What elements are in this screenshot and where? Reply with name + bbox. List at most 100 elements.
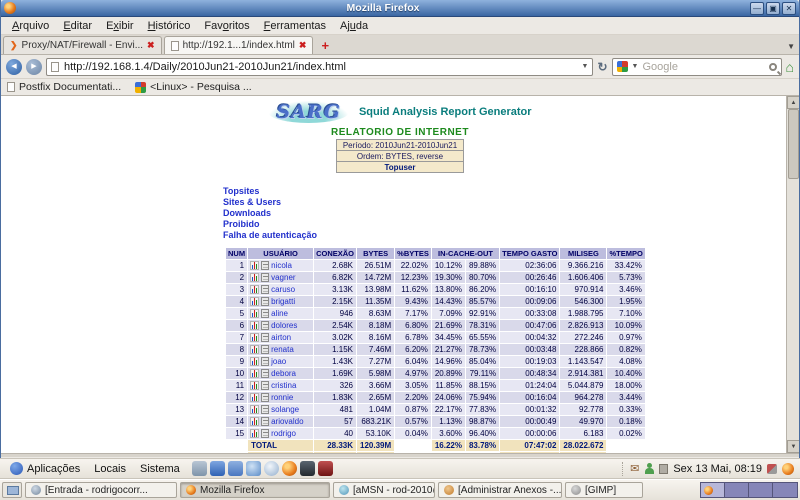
user-link[interactable]: brigatti — [271, 297, 295, 306]
scroll-down-icon[interactable]: ▼ — [787, 440, 799, 453]
graph-icon[interactable] — [250, 285, 260, 294]
forward-button[interactable]: ▶ — [26, 58, 42, 75]
applications-menu[interactable]: Aplicações — [4, 462, 86, 475]
launcher-icon-1[interactable] — [191, 461, 207, 476]
reload-button[interactable]: ↻ — [597, 60, 607, 74]
taskbar-window-entrada-rodrigocorr[interactable]: [Entrada - rodrigocorr... — [25, 482, 177, 498]
link-falha-de-autenticacao[interactable]: Falha de autenticação — [223, 230, 799, 241]
time-report-icon[interactable] — [261, 369, 270, 378]
menu-exibir[interactable]: Exibir — [99, 19, 141, 33]
new-tab-button[interactable]: + — [315, 38, 335, 54]
workspace-3[interactable] — [749, 483, 773, 497]
url-text[interactable]: http://192.168.1.4/Daily/2010Jun21-2010J… — [64, 61, 577, 73]
launcher-icon-8[interactable] — [317, 461, 333, 476]
search-placeholder[interactable]: Google — [642, 61, 764, 73]
clock[interactable]: Sex 13 Mai, 08:19 — [673, 463, 762, 475]
tab-2[interactable]: http://192.1...1/index.html ✖ — [163, 36, 314, 54]
user-link[interactable]: solange — [271, 405, 299, 414]
workspace-1[interactable] — [701, 483, 725, 497]
menu-favoritos[interactable]: Favoritos — [197, 19, 256, 33]
tab-close-icon[interactable]: ✖ — [299, 40, 307, 51]
menu-ferramentas[interactable]: Ferramentas — [257, 19, 333, 33]
url-bar[interactable]: http://192.168.1.4/Daily/2010Jun21-2010J… — [46, 57, 594, 76]
user-link[interactable]: cristina — [271, 381, 296, 390]
search-box[interactable]: ▼ Google — [611, 57, 782, 76]
user-link[interactable]: ronnie — [271, 393, 293, 402]
link-topsites[interactable]: Topsites — [223, 186, 799, 197]
user-link[interactable]: airton — [271, 333, 291, 342]
taskbar-window-gimp[interactable]: [GIMP] — [565, 482, 643, 498]
user-link[interactable]: renata — [271, 345, 294, 354]
graph-icon[interactable] — [250, 429, 260, 438]
close-button[interactable]: ✕ — [782, 1, 796, 15]
url-dropdown-icon[interactable]: ▼ — [582, 63, 589, 70]
launcher-icon-4[interactable] — [245, 461, 261, 476]
launcher-icon-2[interactable] — [209, 461, 225, 476]
time-report-icon[interactable] — [261, 285, 270, 294]
firefox-tray-icon[interactable] — [782, 462, 794, 475]
volume-tray-icon[interactable] — [767, 463, 777, 474]
user-link[interactable]: joao — [271, 357, 286, 366]
show-desktop-button[interactable] — [2, 482, 22, 498]
launcher-icon-3[interactable] — [227, 461, 243, 476]
user-link[interactable]: caruso — [271, 285, 295, 294]
time-report-icon[interactable] — [261, 393, 270, 402]
link-downloads[interactable]: Downloads — [223, 208, 799, 219]
time-report-icon[interactable] — [261, 333, 270, 342]
user-link[interactable]: vagner — [271, 273, 295, 282]
graph-icon[interactable] — [250, 321, 260, 330]
time-report-icon[interactable] — [261, 417, 270, 426]
graph-icon[interactable] — [250, 417, 260, 426]
terminal-launcher-icon[interactable] — [299, 461, 315, 476]
menu-arquivo[interactable]: Arquivo — [5, 19, 56, 33]
taskbar-window-amsn-rod-2010-h[interactable]: [aMSN - rod-2010@h... — [333, 482, 435, 498]
user-link[interactable]: debora — [271, 369, 296, 378]
package-tray-icon[interactable] — [659, 463, 669, 474]
bookmark-postfix-documentati[interactable]: Postfix Documentati... — [7, 81, 121, 93]
graph-icon[interactable] — [250, 273, 260, 282]
user-link[interactable]: ariovaldo — [271, 417, 303, 426]
maximize-button[interactable]: ▣ — [766, 1, 780, 15]
time-report-icon[interactable] — [261, 357, 270, 366]
scrollbar-thumb[interactable] — [788, 109, 799, 179]
tab-1[interactable]: ❯ Proxy/NAT/Firewall - Envi... ✖ — [3, 36, 162, 54]
graph-icon[interactable] — [250, 333, 260, 342]
bookmark-linux-pesquisa[interactable]: <Linux> - Pesquisa ... — [135, 81, 252, 93]
link-proibido[interactable]: Proibido — [223, 219, 799, 230]
link-sites-users[interactable]: Sites & Users — [223, 197, 799, 208]
time-report-icon[interactable] — [261, 381, 270, 390]
graph-icon[interactable] — [250, 261, 260, 270]
workspace-2[interactable] — [725, 483, 749, 497]
time-report-icon[interactable] — [261, 321, 270, 330]
taskbar-window-administrar-anexos[interactable]: [Administrar Anexos -... — [438, 482, 562, 498]
time-report-icon[interactable] — [261, 309, 270, 318]
time-report-icon[interactable] — [261, 345, 270, 354]
graph-icon[interactable] — [250, 297, 260, 306]
time-report-icon[interactable] — [261, 429, 270, 438]
tab-close-icon[interactable]: ✖ — [147, 40, 155, 51]
menu-ajuda[interactable]: Ajuda — [333, 19, 375, 33]
time-report-icon[interactable] — [261, 297, 270, 306]
time-report-icon[interactable] — [261, 261, 270, 270]
system-menu[interactable]: Sistema — [134, 463, 186, 475]
graph-icon[interactable] — [250, 405, 260, 414]
user-tray-icon[interactable] — [644, 463, 655, 474]
menu-historico[interactable]: Histórico — [141, 19, 198, 33]
graph-icon[interactable] — [250, 345, 260, 354]
user-link[interactable]: aline — [271, 309, 288, 318]
home-button[interactable]: ⌂ — [786, 60, 794, 74]
launcher-icon-5[interactable] — [263, 461, 279, 476]
scroll-up-icon[interactable]: ▲ — [787, 96, 799, 109]
graph-icon[interactable] — [250, 369, 260, 378]
time-report-icon[interactable] — [261, 273, 270, 282]
workspace-4[interactable] — [773, 483, 797, 497]
firefox-launcher-icon[interactable] — [281, 461, 297, 476]
back-button[interactable]: ◀ — [6, 58, 22, 75]
graph-icon[interactable] — [250, 381, 260, 390]
mail-tray-icon[interactable]: ✉ — [630, 463, 639, 475]
search-engine-dropdown-icon[interactable]: ▼ — [632, 63, 639, 70]
taskbar-window-mozilla-firefox[interactable]: Mozilla Firefox — [180, 482, 330, 498]
titlebar[interactable]: Mozilla Firefox — ▣ ✕ — [1, 0, 799, 17]
graph-icon[interactable] — [250, 393, 260, 402]
time-report-icon[interactable] — [261, 405, 270, 414]
